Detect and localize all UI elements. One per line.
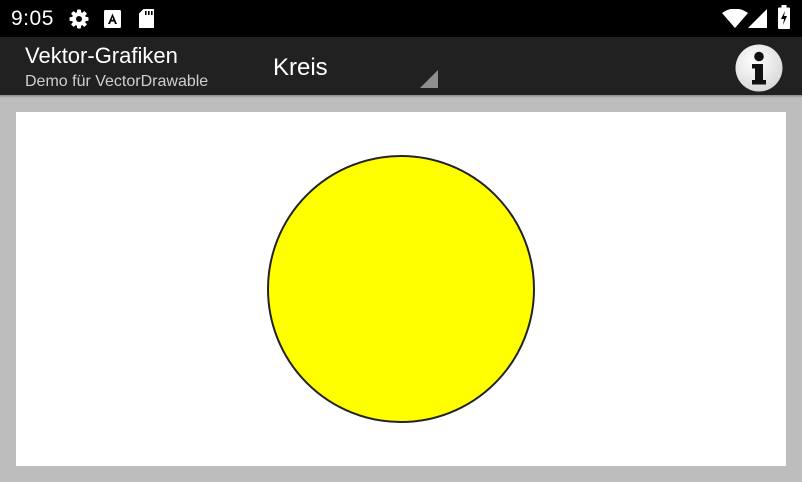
status-time: 9:05 <box>11 7 54 30</box>
dropdown-arrow-icon <box>420 70 438 88</box>
battery-charging-icon <box>778 5 790 29</box>
app-bar-shadow <box>0 95 802 98</box>
app-title: Vektor-Grafiken <box>25 43 178 68</box>
drawing-canvas <box>16 112 786 466</box>
yellow-circle <box>267 155 535 423</box>
sd-card-icon <box>139 9 154 28</box>
gear-icon <box>69 9 89 29</box>
vector-drawable <box>267 155 535 423</box>
cell-signal-icon <box>748 9 767 28</box>
shape-selector-dropdown[interactable]: Kreis <box>263 46 443 92</box>
shape-selector-value: Kreis <box>273 54 328 81</box>
wifi-icon <box>722 9 748 28</box>
info-icon[interactable] <box>735 44 783 92</box>
app-subtitle: Demo für VectorDrawable <box>25 73 209 90</box>
font-a-icon <box>104 10 121 28</box>
status-bar: 9:05 <box>0 0 802 37</box>
